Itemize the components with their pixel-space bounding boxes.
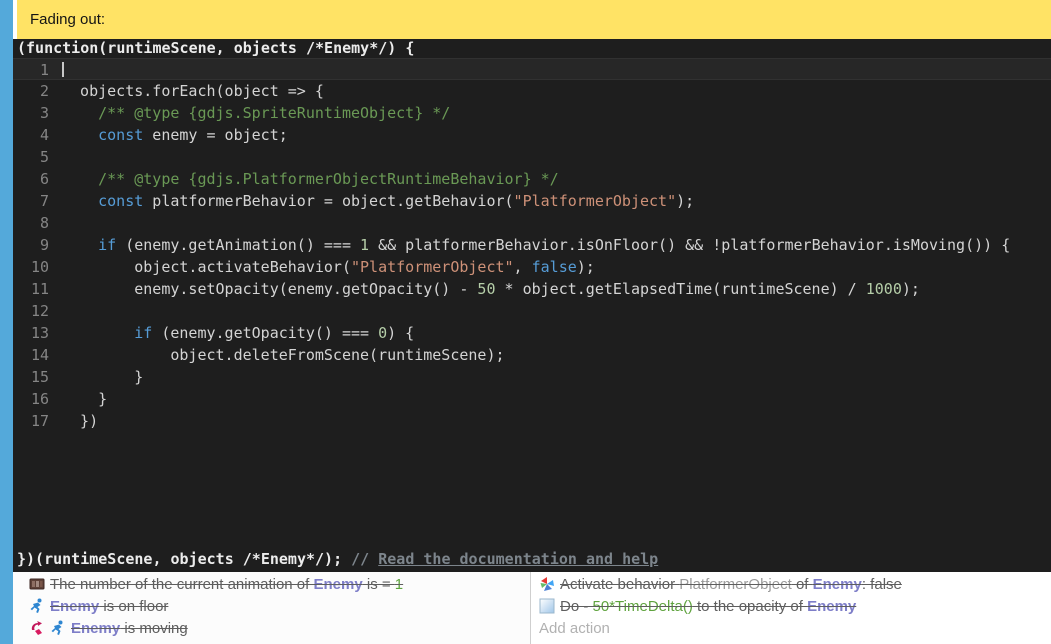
add-action-row[interactable]: Add action [539,617,1051,639]
opacity-icon [539,598,555,614]
line-number: 15 [13,366,49,388]
action-activate-behavior[interactable]: Activate behavior PlatformerObject of En… [539,573,1051,595]
code-line-17[interactable]: 17 }) [13,410,1051,432]
footer-comment-slashes: // [351,550,378,568]
comment-event-banner[interactable]: Fading out: [17,0,1051,39]
code-wrapper-footer: })(runtimeScene, objects /*Enemy*/); // … [13,549,658,569]
code-line-12[interactable]: 12 [13,300,1051,322]
line-number: 13 [13,322,49,344]
code-content: const platformerBehavior = object.getBeh… [62,190,694,212]
comment-text: Fading out: [30,11,105,28]
js-code-editor[interactable]: (function(runtimeScene, objects /*Enemy*… [13,39,1051,572]
code-content: } [62,366,143,388]
condition-is-moving[interactable]: Enemy is moving [29,617,530,639]
code-content: /** @type {gdjs.PlatformerObjectRuntimeB… [62,168,559,190]
event-sentence: Enemy is moving [71,620,188,637]
code-content: object.activateBehavior("PlatformerObjec… [62,256,595,278]
line-number: 1 [13,59,49,79]
code-line-1[interactable]: 1 [13,58,1051,80]
code-content [62,59,64,79]
code-line-11[interactable]: 11 enemy.setOpacity(enemy.getOpacity() -… [13,278,1051,300]
code-line-15[interactable]: 15 } [13,366,1051,388]
behavior-icon [539,576,555,592]
line-number: 7 [13,190,49,212]
code-content: const enemy = object; [62,124,288,146]
code-line-14[interactable]: 14 object.deleteFromScene(runtimeScene); [13,344,1051,366]
code-line-7[interactable]: 7 const platformerBehavior = object.getB… [13,190,1051,212]
line-number: 16 [13,388,49,410]
line-number: 3 [13,102,49,124]
code-line-6[interactable]: 6 /** @type {gdjs.PlatformerObjectRuntim… [13,168,1051,190]
code-line-5[interactable]: 5 [13,146,1051,168]
code-line-13[interactable]: 13 if (enemy.getOpacity() === 0) { [13,322,1051,344]
code-line-2[interactable]: 2 objects.forEach(object => { [13,80,1051,102]
line-number: 4 [13,124,49,146]
conditions-column[interactable]: The number of the current animation of E… [13,572,531,644]
text-cursor [62,62,64,77]
line-number: 8 [13,212,49,234]
line-number: 6 [13,168,49,190]
line-number: 9 [13,234,49,256]
footer-code-text: })(runtimeScene, objects /*Enemy*/); [17,550,351,568]
code-content: } [62,388,107,410]
event-sentence: The number of the current animation of E… [50,576,403,593]
code-lines: 12 objects.forEach(object => {3 /** @typ… [13,58,1051,432]
animation-icon [29,576,45,592]
event-selection-bar [0,0,13,644]
add-action-label: Add action [539,620,610,637]
condition-is-on-floor[interactable]: Enemy is on floor [29,595,530,617]
line-number: 5 [13,146,49,168]
code-line-8[interactable]: 8 [13,212,1051,234]
code-line-4[interactable]: 4 const enemy = object; [13,124,1051,146]
code-line-9[interactable]: 9 if (enemy.getAnimation() === 1 && plat… [13,234,1051,256]
line-number: 2 [13,80,49,102]
actions-column[interactable]: Activate behavior PlatformerObject of En… [531,572,1051,644]
code-line-16[interactable]: 16 } [13,388,1051,410]
code-content: objects.forEach(object => { [62,80,324,102]
code-content: enemy.setOpacity(enemy.getOpacity() - 50… [62,278,920,300]
condition-current-animation[interactable]: The number of the current animation of E… [29,573,530,595]
line-number: 11 [13,278,49,300]
event-sentence: Activate behavior PlatformerObject of En… [560,576,902,593]
move-icon [29,620,45,636]
event-sentence: Do - 50*TimeDelta() to the opacity of En… [560,598,856,615]
code-content: /** @type {gdjs.SpriteRuntimeObject} */ [62,102,450,124]
event-sentence: Enemy is on floor [50,598,168,615]
code-content: if (enemy.getOpacity() === 0) { [62,322,414,344]
documentation-link[interactable]: Read the documentation and help [378,550,658,568]
code-wrapper-header: (function(runtimeScene, objects /*Enemy*… [13,39,1051,58]
event-sheet: Fading out: (function(runtimeScene, obje… [0,0,1051,644]
code-content: }) [62,410,98,432]
code-line-10[interactable]: 10 object.activateBehavior("PlatformerOb… [13,256,1051,278]
line-number: 12 [13,300,49,322]
line-number: 17 [13,410,49,432]
action-change-opacity[interactable]: Do - 50*TimeDelta() to the opacity of En… [539,595,1051,617]
code-content: if (enemy.getAnimation() === 1 && platfo… [62,234,1010,256]
run-icon [50,620,66,636]
code-line-3[interactable]: 3 /** @type {gdjs.SpriteRuntimeObject} *… [13,102,1051,124]
line-number: 14 [13,344,49,366]
line-number: 10 [13,256,49,278]
run-icon [29,598,45,614]
disabled-event-row: The number of the current animation of E… [13,572,1051,644]
code-content: object.deleteFromScene(runtimeScene); [62,344,505,366]
